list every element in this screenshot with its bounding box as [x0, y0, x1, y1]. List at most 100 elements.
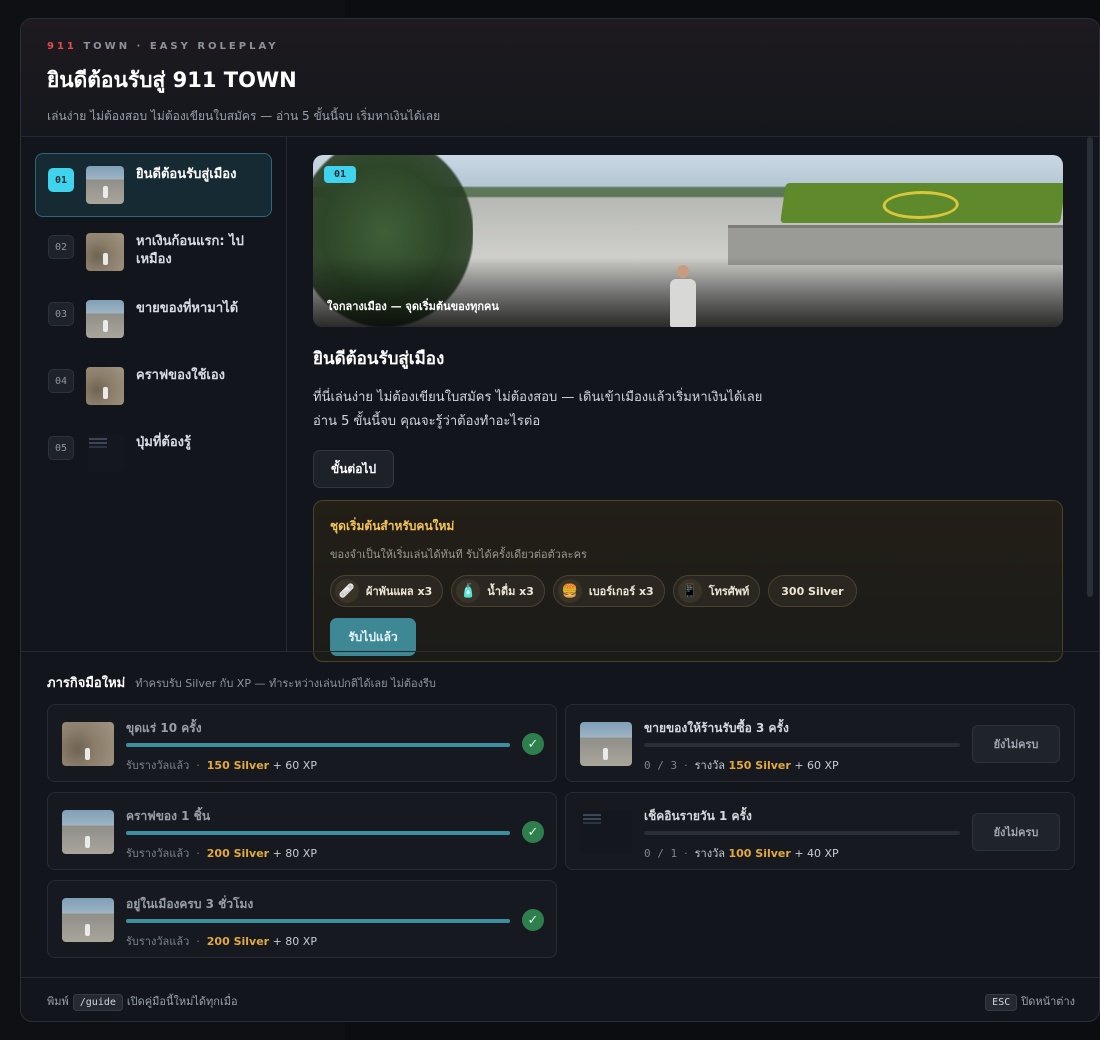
- quest-thumbnail: [62, 722, 114, 766]
- reward-label: รางวัล: [694, 847, 725, 860]
- esc-key: ESC: [985, 993, 1018, 1011]
- reward-xp: + 40 XP: [794, 847, 839, 860]
- eyebrow: 911 TOWN · EASY ROLEPLAY: [47, 41, 1073, 52]
- helipad: [780, 183, 1063, 223]
- kit-item-bandage: 🩹 ผ้าพันแผล x3: [330, 575, 444, 607]
- reward-xp: + 60 XP: [794, 759, 839, 772]
- newbie-quests: ภารกิจมือใหม่ ทำครบรับ Silver กับ XP — ท…: [21, 651, 1099, 977]
- window-title: ยินดีต้อนรับสู่ 911 TOWN: [47, 68, 297, 92]
- quest-thumbnail: [62, 898, 114, 942]
- quest-progress-bar: [644, 831, 960, 835]
- quest-count: 0 / 1: [644, 847, 678, 860]
- separator: ·: [684, 759, 688, 772]
- step-number: 04: [48, 369, 74, 393]
- window-subtitle: เล่นง่าย ไม่ต้องสอบ ไม่ต้องเขียนใบสมัคร …: [47, 109, 441, 123]
- quest-reward: รับรางวัลแล้ว · 200 Silver + 80 XP: [126, 932, 317, 950]
- sidebar-step-2[interactable]: 02 หาเงินก้อนแรก: ไปเหมือง: [35, 220, 272, 284]
- quest-progress-bar: [126, 919, 510, 923]
- separator: ·: [684, 847, 688, 860]
- check-icon: ✓: [522, 733, 544, 755]
- quests-header: ภารกิจมือใหม่ ทำครบรับ Silver กับ XP — ท…: [47, 672, 1075, 693]
- guide-command: /guide: [72, 993, 123, 1011]
- quest-name: ขายของให้ร้านรับซื้อ 3 ครั้ง: [644, 721, 789, 735]
- step-heading: ยินดีต้อนรับสู่เมือง: [313, 349, 445, 369]
- footer-hint: พิมพ์/guide เปิดคู่มือนี้ใหม่ได้ทุกเมื่อ: [47, 992, 238, 1011]
- sidebar-step-4[interactable]: 04 คราฟของใช้เอง: [35, 354, 272, 418]
- reward-xp: + 60 XP: [272, 759, 317, 772]
- separator: ·: [196, 759, 200, 772]
- step-number: 05: [48, 436, 74, 460]
- quest-count: 0 / 3: [644, 759, 678, 772]
- step-number: 02: [48, 235, 74, 259]
- quest-name: คราฟของ 1 ชิ้น: [126, 809, 211, 823]
- eyebrow-text: TOWN · EASY ROLEPLAY: [76, 41, 279, 52]
- step-thumbnail: [86, 233, 124, 271]
- sidebar-step-3[interactable]: 03 ขายของที่หามาได้: [35, 287, 272, 351]
- eyebrow-number: 911: [47, 41, 77, 52]
- step-label: ยินดีต้อนรับสู่เมือง: [136, 167, 237, 182]
- kit-item-label: โทรศัพท์: [708, 585, 750, 598]
- reward-silver: 150 Silver: [206, 759, 270, 772]
- sidebar-step-1[interactable]: 01 ยินดีต้อนรับสู่เมือง: [35, 153, 272, 217]
- quest-progress-fill: [126, 831, 510, 835]
- quest-name: ขุดแร่ 10 ครั้ง: [126, 721, 202, 735]
- close-label: ปิดหน้าต่าง: [1021, 994, 1075, 1008]
- step-thumbnail: [86, 434, 124, 472]
- bandage-icon: 🩹: [335, 579, 359, 603]
- claim-quest-button[interactable]: ยังไม่ครบ: [972, 725, 1060, 763]
- kit-item-silver: 300 Silver: [768, 575, 857, 607]
- hero-caption: ใจกลางเมือง — จุดเริ่มต้นของทุกคน: [327, 300, 499, 313]
- close-hint[interactable]: ESC ปิดหน้าต่าง: [981, 992, 1075, 1011]
- quest-reward: 0 / 3 · รางวัล 150 Silver + 60 XP: [644, 756, 839, 774]
- steps-sidebar: 01 ยินดีต้อนรับสู่เมือง 02 หาเงินก้อนแรก…: [21, 137, 287, 651]
- step-description: ที่นี่เล่นง่าย ไม่ต้องเขียนใบสมัคร ไม่ต้…: [313, 386, 1067, 434]
- starter-kit-items: 🩹 ผ้าพันแผล x3 🧴 น้ำดื่ม x3 🍔 เบอร์เกอร์ x3…: [330, 575, 1046, 607]
- quest-card: ขายของให้ร้านรับซื้อ 3 ครั้ง 0 / 3 · ราง…: [565, 704, 1075, 782]
- quest-name: เช็คอินรายวัน 1 ครั้ง: [644, 809, 752, 823]
- quest-progress-bar: [126, 831, 510, 835]
- quest-progress-bar: [644, 743, 960, 747]
- step-number: 03: [48, 302, 74, 326]
- quest-reward: รับรางวัลแล้ว · 200 Silver + 80 XP: [126, 844, 317, 862]
- starter-kit-panel: ชุดเริ่มต้นสำหรับคนใหม่ ของจำเป็นให้เริ่…: [313, 500, 1063, 662]
- quest-card: คราฟของ 1 ชิ้น ✓ รับรางวัลแล้ว · 200 Sil…: [47, 792, 557, 870]
- reward-xp: + 80 XP: [272, 935, 317, 948]
- quest-card: อยู่ในเมืองครบ 3 ชั่วโมง ✓ รับรางวัลแล้ว…: [47, 880, 557, 958]
- quests-subtitle: ทำครบรับ Silver กับ XP — ทำระหว่างเล่นปก…: [135, 677, 436, 690]
- kit-item-burger: 🍔 เบอร์เกอร์ x3: [552, 575, 665, 607]
- step-description-line: อ่าน 5 ขั้นนี้จบ คุณจะรู้ว่าต้องทำอะไรต่…: [313, 414, 541, 429]
- quest-card: ขุดแร่ 10 ครั้ง ✓ รับรางวัลแล้ว · 150 Si…: [47, 704, 557, 782]
- hero-image: 01 ใจกลางเมือง — จุดเริ่มต้นของทุกคน: [313, 155, 1063, 327]
- quest-card: เช็คอินรายวัน 1 ครั้ง 0 / 1 · รางวัล 100…: [565, 792, 1075, 870]
- kit-item-phone: 📱 โทรศัพท์: [672, 575, 761, 607]
- step-description-line: ที่นี่เล่นง่าย ไม่ต้องเขียนใบสมัคร ไม่ต้…: [313, 390, 763, 405]
- quest-status: รับรางวัลแล้ว: [126, 847, 190, 860]
- phone-icon: 📱: [677, 579, 702, 603]
- claim-quest-button[interactable]: ยังไม่ครบ: [972, 813, 1060, 851]
- starter-kit-subtitle: ของจำเป็นให้เริ่มเล่นได้ทันที รับได้ครั้…: [330, 548, 587, 561]
- step-label: ขายของที่หามาได้: [136, 301, 239, 316]
- separator: ·: [196, 847, 200, 860]
- sidebar-step-5[interactable]: 05 ปุ่มที่ต้องรู้: [35, 421, 272, 485]
- quest-reward: 0 / 1 · รางวัล 100 Silver + 40 XP: [644, 844, 839, 862]
- quest-thumbnail: [580, 810, 632, 854]
- quest-status: รับรางวัลแล้ว: [126, 935, 190, 948]
- next-step-button[interactable]: ขั้นต่อไป: [313, 450, 395, 488]
- quest-thumbnail: [580, 722, 632, 766]
- starter-kit-title: ชุดเริ่มต้นสำหรับคนใหม่: [330, 519, 455, 533]
- quests-completed-column: ขุดแร่ 10 ครั้ง ✓ รับรางวัลแล้ว · 150 Si…: [47, 704, 557, 968]
- kit-item-water: 🧴 น้ำดื่ม x3: [451, 575, 545, 607]
- kit-item-label: เบอร์เกอร์ x3: [588, 585, 654, 598]
- quest-status: รับรางวัลแล้ว: [126, 759, 190, 772]
- hero-step-badge: 01: [324, 166, 356, 183]
- kit-item-label: ผ้าพันแผล x3: [366, 585, 433, 598]
- reward-label: รางวัล: [694, 759, 725, 772]
- content-scrollbar[interactable]: [1087, 137, 1093, 597]
- step-number: 01: [48, 168, 74, 192]
- separator: ·: [196, 935, 200, 948]
- reward-silver: 100 Silver: [728, 847, 791, 860]
- quest-progress-bar: [126, 743, 510, 747]
- window-header: 911 TOWN · EASY ROLEPLAY ยินดีต้อนรับสู่…: [21, 19, 1099, 137]
- guide-window: 911 TOWN · EASY ROLEPLAY ยินดีต้อนรับสู่…: [20, 18, 1100, 1022]
- reward-xp: + 80 XP: [272, 847, 317, 860]
